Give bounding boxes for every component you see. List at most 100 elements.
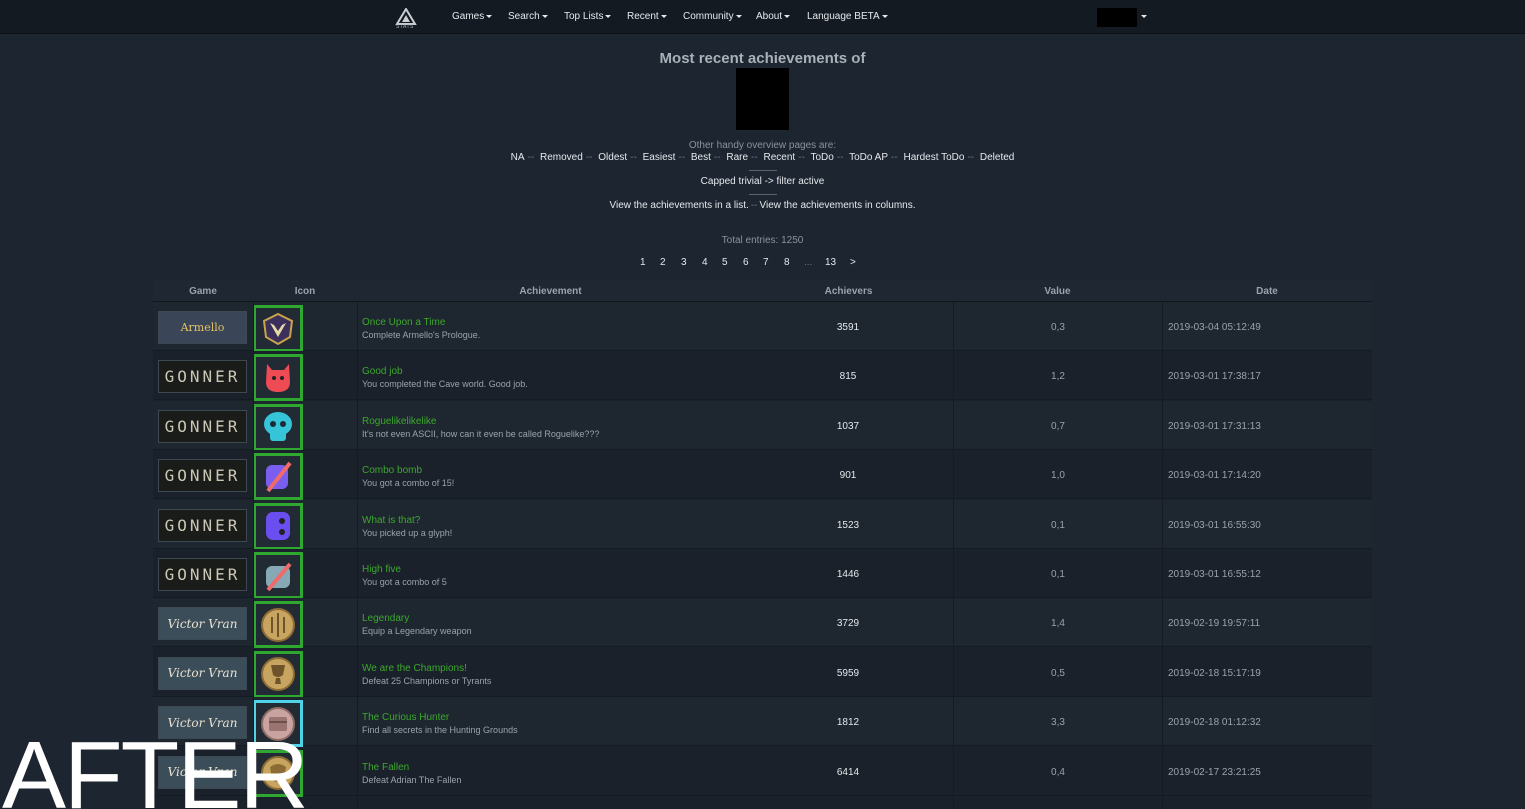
achievement-name[interactable]: Legendary [362, 613, 409, 624]
achievement-description: You picked up a glyph! [362, 527, 453, 538]
chevron-down-icon [660, 14, 667, 18]
achievement-name[interactable]: What is that? [362, 515, 420, 526]
game-banner[interactable]: GONNER [158, 459, 247, 493]
game-banner[interactable]: GONNER [158, 409, 247, 443]
achievement-value: 3,3 [1051, 717, 1065, 729]
achievement-value: 1,4 [1051, 618, 1065, 630]
chevron-down-icon [605, 14, 612, 18]
nav-language[interactable]: Language BETA [807, 11, 888, 22]
overview-links: NA -- Removed -- Oldest -- Easiest -- Best --… [510, 152, 1015, 163]
achievement-value: 0,4 [1051, 766, 1065, 778]
achievers-count: 5959 [836, 667, 860, 679]
page-1[interactable]: 1 [640, 257, 646, 268]
nav-search[interactable]: Search [508, 11, 548, 22]
red-creature-icon[interactable] [253, 354, 303, 402]
link-deleted[interactable]: Deleted [980, 152, 1014, 163]
cyan-skull-icon[interactable] [253, 403, 303, 451]
link-todo[interactable]: ToDo [810, 152, 833, 163]
chevron-down-icon [541, 14, 548, 18]
col-game: Game [189, 286, 217, 297]
achievers-count: 1812 [836, 717, 860, 729]
next-page[interactable]: > [850, 257, 856, 268]
achievement-name[interactable]: Once Upon a Time [362, 317, 445, 328]
gold-coin-icon[interactable] [253, 601, 303, 649]
game-banner[interactable]: Victor Vran [158, 607, 247, 641]
combo-slash-icon[interactable] [253, 453, 303, 501]
page-7[interactable]: 7 [763, 257, 769, 268]
link-recent[interactable]: Recent [763, 152, 795, 163]
achievement-description: You completed the Cave world. Good job. [362, 379, 528, 390]
achievement-description: Complete Armello's Prologue. [362, 330, 481, 340]
nav-games[interactable]: Games [452, 11, 493, 22]
crest-icon[interactable] [253, 305, 303, 352]
achievement-description: It's not even ASCII, how can it even be … [362, 428, 600, 439]
trophy-coin-icon[interactable] [253, 650, 303, 698]
user-menu-chevron-icon[interactable] [1141, 15, 1147, 18]
divider [749, 170, 777, 171]
user-avatar-redacted[interactable] [1097, 8, 1137, 27]
achievers-count: 6414 [836, 766, 860, 778]
col-achievement: Achievement [519, 286, 582, 297]
nav-recent[interactable]: Recent [627, 11, 667, 22]
page-6[interactable]: 6 [743, 257, 749, 268]
page-5[interactable]: 5 [722, 257, 728, 268]
game-banner[interactable]: Victor Vran [158, 656, 247, 690]
achievement-name[interactable]: Roguelikelikelike [362, 416, 436, 427]
nav-community[interactable]: Community [683, 11, 742, 22]
table-row: Victor Vran The Fallen Defeat Adrian The F… [153, 746, 1372, 797]
achievement-description: Find all secrets in the Hunting Grounds [362, 725, 518, 736]
achievement-value: 0,1 [1051, 569, 1065, 580]
game-banner[interactable]: GONNER [158, 558, 247, 591]
achievement-value: 1,2 [1051, 371, 1065, 383]
combo-five-icon[interactable] [253, 552, 303, 599]
page-4[interactable]: 4 [702, 257, 708, 268]
achievement-date: 2019-02-18 01:12:32 [1168, 717, 1261, 729]
nav-top-lists[interactable]: Top Lists [564, 11, 612, 22]
page-2[interactable]: 2 [660, 257, 666, 268]
column-divider [953, 302, 954, 809]
view-mode-links: View the achievements in a list. -- View t… [609, 200, 916, 211]
achievement-description: Equip a Legendary weapon [362, 626, 472, 637]
achievers-count: 901 [839, 470, 857, 482]
link-easiest[interactable]: Easiest [643, 152, 676, 163]
achievements-table: Game Icon Achievement Achievers Value Da… [153, 280, 1372, 809]
game-banner[interactable]: Armello [158, 311, 247, 344]
chevron-down-icon [735, 14, 742, 18]
link-oldest[interactable]: Oldest [598, 152, 627, 163]
capped-trivial-filter-link[interactable]: Capped trivial -> filter active [0, 176, 1525, 187]
link-removed[interactable]: Removed [540, 152, 583, 163]
page-8[interactable]: 8 [784, 257, 790, 268]
table-header: Game Icon Achievement Achievers Value Da… [153, 280, 1372, 302]
page-3[interactable]: 3 [681, 257, 687, 268]
page-13[interactable]: 13 [825, 257, 836, 268]
achievement-date: 2019-03-04 05:12:49 [1168, 322, 1261, 333]
achievement-name[interactable]: The Fallen [362, 762, 409, 773]
pagination: 1 2 3 4 5 6 7 8 ... 13 > [0, 257, 1525, 271]
table-row: GONNER Good job You completed the Cave wor… [153, 351, 1372, 402]
view-columns-link[interactable]: View the achievements in columns. [760, 200, 916, 211]
page-ellipsis: ... [804, 257, 813, 268]
achievement-name[interactable]: The Curious Hunter [362, 712, 449, 723]
table-row: GONNER High five You got a combo of 5 1446 0… [153, 549, 1372, 599]
game-banner[interactable]: GONNER [158, 508, 247, 542]
link-hardest-todo[interactable]: Hardest ToDo [903, 152, 964, 163]
view-list-link[interactable]: View the achievements in a list. [609, 200, 748, 211]
logo-text: STATS [396, 24, 414, 30]
achievement-date: 2019-03-01 16:55:12 [1168, 569, 1261, 580]
link-best[interactable]: Best [691, 152, 711, 163]
link-na[interactable]: NA [511, 152, 525, 163]
glyph-icon[interactable] [253, 502, 303, 550]
achievement-name[interactable]: High five [362, 564, 401, 575]
achievement-description: Defeat 25 Champions or Tyrants [362, 675, 492, 686]
table-row: Victor Vran We are the Champions! Defeat 2… [153, 647, 1372, 698]
link-todo-ap[interactable]: ToDo AP [849, 152, 888, 163]
achievement-name[interactable]: We are the Champions! [362, 663, 467, 674]
achievement-name[interactable]: Combo bomb [362, 465, 422, 476]
link-rare[interactable]: Rare [726, 152, 748, 163]
total-entries: Total entries: 1250 [721, 235, 804, 246]
nav-about[interactable]: About [756, 11, 791, 22]
achievement-value: 0,7 [1051, 420, 1065, 432]
achievement-description: You got a combo of 5 [362, 577, 447, 587]
game-banner[interactable]: GONNER [158, 360, 247, 394]
achievement-name[interactable]: Good job [362, 366, 403, 377]
